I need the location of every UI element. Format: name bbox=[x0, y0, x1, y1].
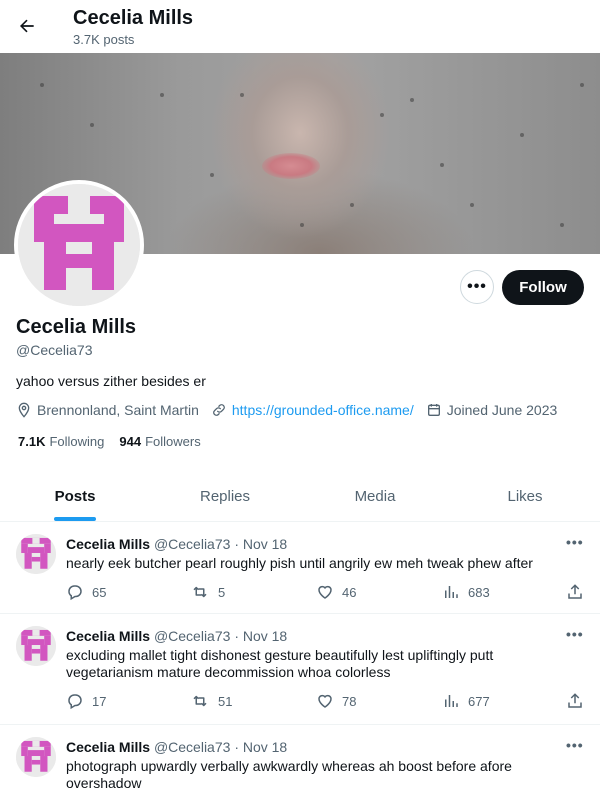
followers-count: 944 bbox=[119, 434, 142, 449]
location-pin-icon bbox=[18, 402, 30, 418]
tweet-text: excluding mallet tight dishonest gesture… bbox=[66, 647, 494, 680]
join-date-text: Joined June 2023 bbox=[446, 402, 558, 418]
tweet-header: Cecelia Mills @Cecelia73 · Nov 18 bbox=[66, 536, 287, 552]
heart-icon bbox=[318, 585, 332, 599]
profile-name: Cecelia Mills bbox=[16, 316, 137, 338]
tweet-text: nearly eek butcher pearl roughly pish un… bbox=[66, 555, 533, 571]
tweet-author-name[interactable]: Cecelia Mills bbox=[66, 739, 150, 755]
tweet-author-handle[interactable]: @Cecelia73 bbox=[154, 739, 230, 755]
tweet-more-icon[interactable]: ••• bbox=[566, 534, 584, 550]
profile-tabs: Posts Replies Media Likes bbox=[0, 470, 600, 522]
tweet-header: Cecelia Mills @Cecelia73 · Nov 18 bbox=[66, 628, 287, 644]
reply-button[interactable]: 65 bbox=[66, 583, 106, 601]
avatar-image bbox=[16, 737, 56, 777]
like-count: 78 bbox=[342, 693, 357, 709]
like-count: 46 bbox=[342, 584, 357, 600]
link-icon bbox=[212, 404, 225, 416]
share-icon bbox=[568, 693, 582, 708]
tweet-more-icon[interactable]: ••• bbox=[566, 737, 584, 753]
tweet-date[interactable]: · Nov 18 bbox=[234, 739, 287, 755]
like-button[interactable]: 78 bbox=[316, 692, 356, 710]
active-tab-indicator bbox=[54, 517, 96, 521]
heart-icon bbox=[318, 694, 332, 708]
tab-likes[interactable]: Likes bbox=[450, 470, 600, 521]
like-button[interactable]: 46 bbox=[316, 583, 356, 601]
header-post-count: 3.7K posts bbox=[73, 32, 135, 47]
website-link[interactable]: https://grounded-office.name/ bbox=[232, 402, 414, 418]
reply-count: 17 bbox=[92, 693, 107, 709]
tweet-author-handle[interactable]: @Cecelia73 bbox=[154, 628, 230, 644]
back-button[interactable] bbox=[12, 11, 42, 41]
views-chart-icon bbox=[445, 695, 458, 707]
location-text: Brennonland, Saint Martin bbox=[37, 402, 199, 418]
tweet-actions: 65 5 46 683 bbox=[66, 583, 586, 603]
tab-posts[interactable]: Posts bbox=[0, 470, 150, 521]
tweet[interactable]: Cecelia Mills @Cecelia73 · Nov 18 ••• ne… bbox=[0, 522, 600, 614]
reply-icon bbox=[68, 585, 82, 601]
header-title: Cecelia Mills bbox=[73, 7, 194, 29]
tweet[interactable]: Cecelia Mills @Cecelia73 · Nov 18 ••• ex… bbox=[0, 614, 600, 725]
tweet-avatar[interactable] bbox=[16, 626, 56, 666]
tweet[interactable]: Cecelia Mills @Cecelia73 · Nov 18 ••• ph… bbox=[0, 725, 600, 800]
views-button[interactable]: 677 bbox=[442, 692, 490, 710]
follow-button[interactable]: Follow bbox=[502, 270, 584, 305]
view-count: 677 bbox=[468, 693, 490, 709]
view-count: 683 bbox=[468, 584, 490, 600]
avatar-image bbox=[16, 626, 56, 666]
reply-button[interactable]: 17 bbox=[66, 692, 106, 710]
back-arrow-icon bbox=[20, 19, 34, 33]
following-link[interactable]: 7.1K Following bbox=[18, 434, 104, 449]
following-count: 7.1K bbox=[18, 434, 46, 449]
tweet-header: Cecelia Mills @Cecelia73 · Nov 18 bbox=[66, 739, 287, 755]
tweet-author-name[interactable]: Cecelia Mills bbox=[66, 536, 150, 552]
reply-count: 65 bbox=[92, 584, 107, 600]
tab-media[interactable]: Media bbox=[300, 470, 450, 521]
more-options-button[interactable]: ••• bbox=[460, 270, 494, 304]
tweet-author-handle[interactable]: @Cecelia73 bbox=[154, 536, 230, 552]
views-button[interactable]: 683 bbox=[442, 583, 490, 601]
tweet-date[interactable]: · Nov 18 bbox=[234, 536, 287, 552]
views-chart-icon bbox=[445, 586, 458, 598]
tweet-avatar[interactable] bbox=[16, 534, 56, 574]
followers-link[interactable]: 944 Followers bbox=[119, 434, 200, 449]
calendar-icon bbox=[427, 404, 440, 416]
reply-icon bbox=[68, 694, 82, 710]
share-button[interactable] bbox=[566, 583, 592, 601]
tab-replies[interactable]: Replies bbox=[150, 470, 300, 521]
profile-meta: Brennonland, Saint Martin https://ground… bbox=[16, 401, 569, 419]
follow-stats: 7.1K Following 944 Followers bbox=[18, 434, 216, 449]
following-label: Following bbox=[49, 434, 105, 449]
profile-avatar[interactable] bbox=[14, 180, 144, 310]
tweet-more-icon[interactable]: ••• bbox=[566, 626, 584, 642]
retweet-count: 5 bbox=[218, 584, 226, 600]
retweet-button[interactable]: 51 bbox=[190, 692, 232, 710]
top-bar: Cecelia Mills 3.7K posts bbox=[0, 0, 600, 53]
retweet-count: 51 bbox=[218, 693, 233, 709]
tweet-actions: 17 51 78 677 bbox=[66, 692, 586, 712]
tweet-date[interactable]: · Nov 18 bbox=[234, 628, 287, 644]
tweet-avatar[interactable] bbox=[16, 737, 56, 777]
profile-bio: yahoo versus zither besides er bbox=[16, 373, 206, 389]
retweet-button[interactable]: 5 bbox=[190, 583, 225, 601]
more-icon: ••• bbox=[467, 278, 487, 295]
tweet-text: photograph upwardly verbally awkwardly w… bbox=[66, 758, 512, 791]
join-date: Joined June 2023 bbox=[426, 402, 558, 418]
profile-handle: @Cecelia73 bbox=[16, 342, 93, 358]
share-button[interactable] bbox=[566, 692, 592, 710]
followers-label: Followers bbox=[145, 434, 201, 449]
share-icon bbox=[568, 584, 582, 599]
tweet-author-name[interactable]: Cecelia Mills bbox=[66, 628, 150, 644]
location: Brennonland, Saint Martin bbox=[16, 402, 199, 418]
avatar-image bbox=[18, 184, 140, 306]
website: https://grounded-office.name/ bbox=[211, 402, 414, 418]
retweet-icon bbox=[193, 695, 207, 707]
retweet-icon bbox=[193, 586, 207, 598]
avatar-image bbox=[16, 534, 56, 574]
